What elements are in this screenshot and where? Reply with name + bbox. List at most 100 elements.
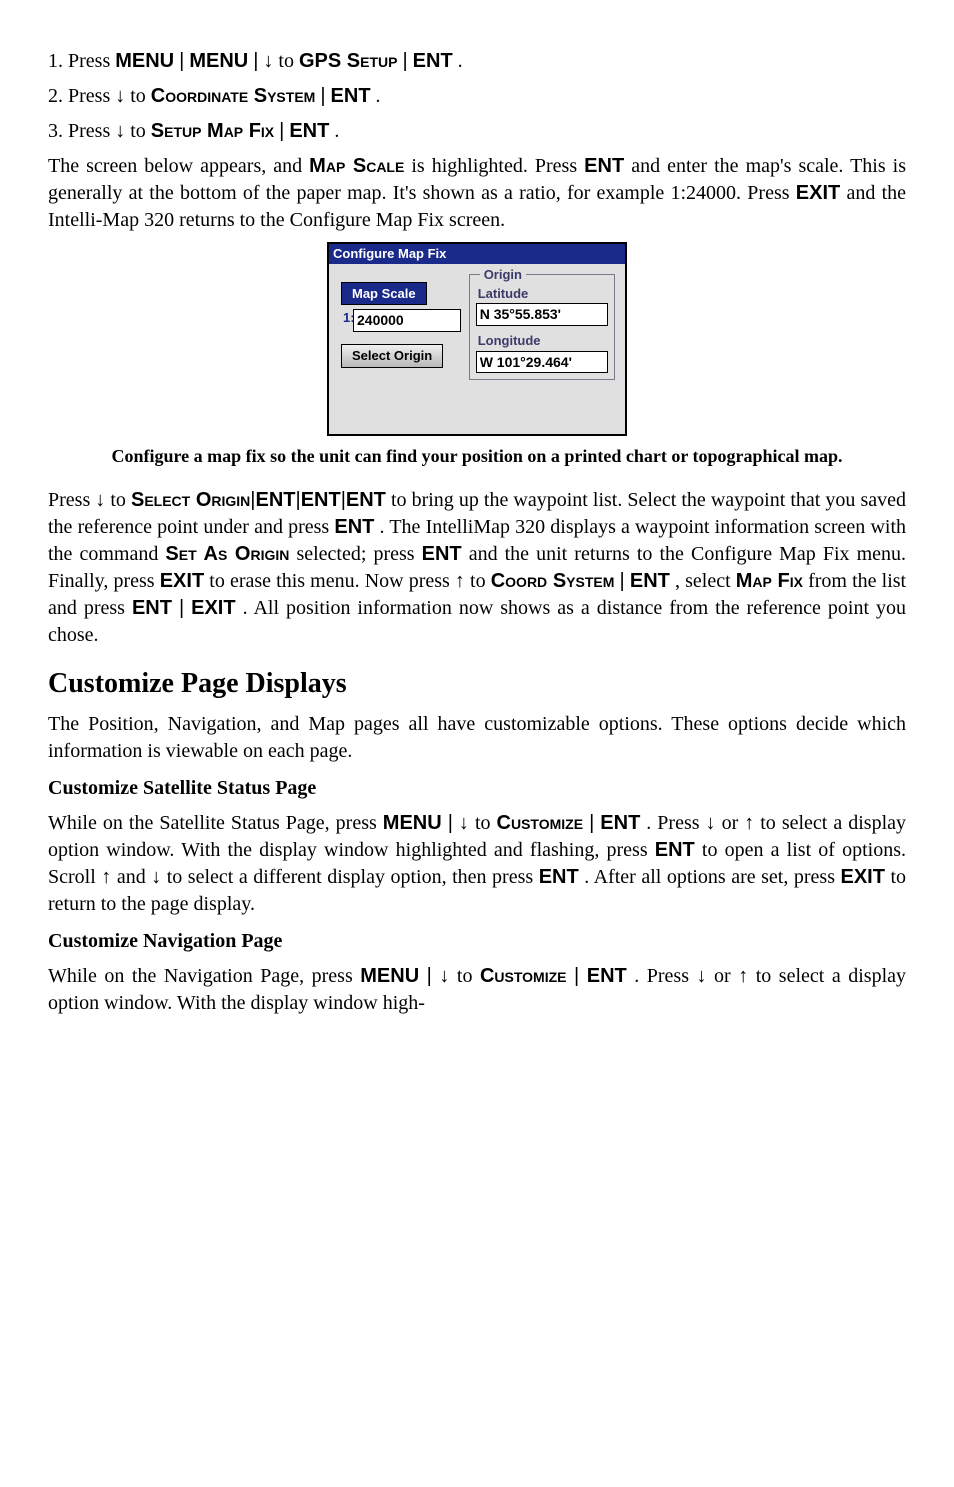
paragraph: The Position, Navigation, and Map pages … — [48, 711, 906, 765]
t: to — [278, 50, 299, 72]
menu-item: Setup Map Fix — [151, 120, 274, 142]
t: . — [458, 50, 463, 72]
key-ent: ENT — [301, 489, 341, 511]
t: The screen below appears, and — [48, 155, 309, 177]
t: . — [334, 120, 339, 142]
t: . Press — [646, 812, 705, 834]
step-3: 3. Press ↓ to Setup Map Fix | ENT . — [48, 118, 906, 145]
key-ent: ENT — [630, 570, 670, 592]
key-ent: ENT — [655, 839, 695, 861]
key-exit: EXIT — [841, 866, 885, 888]
figure-caption: Configure a map fix so the unit can find… — [88, 444, 866, 468]
menu-item: Customize — [480, 965, 567, 987]
menu-item: Coordinate System — [151, 85, 316, 107]
t: . After all options are set, press — [584, 866, 840, 888]
longitude-input[interactable]: W 101°29.464' — [476, 351, 608, 374]
pipe: | — [448, 812, 453, 834]
arrow-up-icon: ↑ — [738, 965, 748, 987]
t: 3. Press — [48, 120, 115, 142]
label: Map Scale — [309, 155, 404, 177]
key-ent: ENT — [132, 597, 172, 619]
map-scale-button[interactable]: Map Scale — [341, 282, 427, 306]
pipe: | — [402, 50, 407, 72]
origin-legend: Origin — [480, 266, 526, 284]
t: selected; press — [296, 543, 421, 565]
menu-item: Set As Origin — [165, 543, 289, 565]
scale-input[interactable]: 240000 — [353, 309, 461, 332]
t: 2. Press — [48, 85, 115, 107]
pipe: | — [179, 50, 184, 72]
step-2: 2. Press ↓ to Coordinate System | ENT . — [48, 83, 906, 110]
arrow-down-icon: ↓ — [706, 812, 716, 834]
subheading: Customize Navigation Page — [48, 928, 906, 955]
menu-item: GPS Setup — [299, 50, 397, 72]
t: . — [376, 85, 381, 107]
key-ent: ENT — [587, 965, 627, 987]
key-ent: ENT — [600, 812, 640, 834]
key-ent: ENT — [584, 155, 624, 177]
pipe: | — [253, 50, 258, 72]
t: to — [130, 120, 151, 142]
pipe: | — [427, 965, 432, 987]
scale-index: 1: — [343, 309, 355, 327]
key-ent: ENT — [413, 50, 453, 72]
pipe: | — [320, 85, 325, 107]
t: . Press — [634, 965, 696, 987]
key-ent: ENT — [255, 489, 295, 511]
paragraph: While on the Satellite Status Page, pres… — [48, 810, 906, 918]
paragraph: Press ↓ to Select Origin|ENT|ENT|ENT to … — [48, 487, 906, 649]
key-ent: ENT — [331, 85, 371, 107]
key-menu: MENU — [360, 965, 419, 987]
t: , select — [675, 570, 736, 592]
arrow-down-icon: ↓ — [263, 50, 273, 72]
key-ent: ENT — [346, 489, 386, 511]
menu-item: Customize — [497, 812, 584, 834]
paragraph: The screen below appears, and Map Scale … — [48, 153, 906, 234]
arrow-down-icon: ↓ — [697, 965, 707, 987]
screenshot: Configure Map Fix Map Scale 1: 240000 Se… — [48, 242, 906, 436]
arrow-down-icon: ↓ — [151, 866, 161, 888]
arrow-down-icon: ↓ — [439, 965, 449, 987]
subheading: Customize Satellite Status Page — [48, 775, 906, 802]
t: to — [110, 489, 131, 511]
arrow-down-icon: ↓ — [459, 812, 469, 834]
t: is highlighted. Press — [411, 155, 584, 177]
pipe: | — [589, 812, 594, 834]
latitude-input[interactable]: N 35°55.853' — [476, 303, 608, 326]
config-map-fix-dialog: Configure Map Fix Map Scale 1: 240000 Se… — [327, 242, 627, 436]
arrow-up-icon: ↑ — [101, 866, 111, 888]
t: to select a different display option, th… — [167, 866, 539, 888]
t: to — [130, 85, 151, 107]
key-exit: EXIT — [191, 597, 235, 619]
key-exit: EXIT — [796, 182, 840, 204]
t: to — [470, 570, 491, 592]
key-ent: ENT — [289, 120, 329, 142]
pipe: | — [179, 597, 184, 619]
key-ent: ENT — [422, 543, 462, 565]
t: Press — [48, 489, 95, 511]
paragraph: While on the Navigation Page, press MENU… — [48, 963, 906, 1017]
arrow-down-icon: ↓ — [95, 489, 105, 511]
arrow-up-icon: ↑ — [455, 570, 465, 592]
step-1: 1. Press MENU | MENU | ↓ to GPS Setup | … — [48, 48, 906, 75]
t: to — [457, 965, 480, 987]
t: 1. Press — [48, 50, 115, 72]
menu-item: Map Fix — [736, 570, 803, 592]
dialog-title: Configure Map Fix — [329, 244, 625, 264]
key-ent: ENT — [334, 516, 374, 538]
arrow-down-icon: ↓ — [115, 120, 125, 142]
latitude-label: Latitude — [478, 285, 608, 303]
t: or — [714, 965, 738, 987]
t: to — [475, 812, 497, 834]
origin-group: Origin Latitude N 35°55.853' Longitude W… — [469, 274, 615, 381]
key-menu: MENU — [383, 812, 442, 834]
key-exit: EXIT — [160, 570, 204, 592]
menu-item: Select Origin — [131, 489, 250, 511]
t: While on the Navigation Page, press — [48, 965, 360, 987]
key-ent: ENT — [539, 866, 579, 888]
longitude-label: Longitude — [478, 332, 608, 350]
select-origin-button[interactable]: Select Origin — [341, 344, 443, 368]
key-menu: MENU — [189, 50, 248, 72]
section-heading: Customize Page Displays — [48, 665, 906, 703]
key-menu: MENU — [115, 50, 174, 72]
